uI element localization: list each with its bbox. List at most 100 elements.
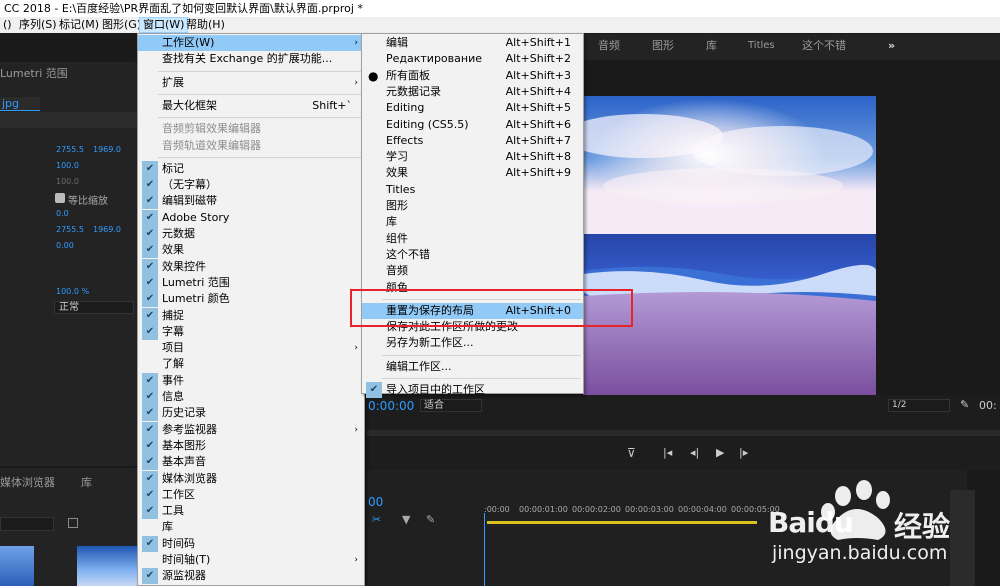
anchor-x-value[interactable]: 2755.5: [56, 225, 84, 234]
workspace_menu-item-11[interactable]: 库: [362, 214, 583, 230]
window_menu-item-29[interactable]: ✔ 媒体浏览器: [138, 470, 364, 487]
menu-item-shortcut: Alt+Shift+3: [505, 68, 571, 82]
window_menu-item-0[interactable]: 工作区(W) ›: [138, 35, 364, 51]
workspace_menu-item-5[interactable]: Editing (CS5.5) Alt+Shift+6: [362, 117, 583, 133]
ws-tab-titles[interactable]: Titles: [748, 34, 775, 58]
window_menu-item-21[interactable]: 项目 ›: [138, 340, 364, 356]
new-bin-icon[interactable]: [68, 518, 78, 528]
workspace_menu-item-0[interactable]: 编辑 Alt+Shift+1: [362, 35, 583, 51]
settings-icon[interactable]: ✎: [426, 513, 435, 526]
ws-tab-library[interactable]: 库: [706, 34, 717, 58]
snap-icon[interactable]: ✂: [372, 513, 381, 526]
workspace_menu-item-12[interactable]: 组件: [362, 231, 583, 247]
window_menu-item-28[interactable]: ✔ 基本声音: [138, 454, 364, 471]
window_menu-item-11[interactable]: ✔ （无字幕）: [138, 177, 364, 194]
workspace_menu-item-14[interactable]: 音频: [362, 263, 583, 279]
window_menu-item-14[interactable]: ✔ 元数据: [138, 226, 364, 242]
flicker-value[interactable]: 0.00: [56, 241, 74, 250]
clip-thumbnail-1[interactable]: [0, 546, 34, 586]
menu-item-label: Editing (CS5.5): [386, 117, 469, 131]
step-start-icon[interactable]: |◂: [663, 446, 672, 459]
clip-thumbnail-2[interactable]: [77, 546, 137, 586]
window_menu-item-16[interactable]: ✔ 效果控件: [138, 258, 364, 275]
pos-x-value[interactable]: 2755.5: [56, 145, 84, 154]
window_menu-item-33[interactable]: ✔ 时间码: [138, 535, 364, 552]
workspace_menu-item-19[interactable]: 另存为新工作区...: [362, 335, 583, 351]
menu-help[interactable]: 帮助(H): [183, 17, 228, 33]
workspace_menu-item-8[interactable]: 效果 Alt+Shift+9: [362, 165, 583, 181]
menu-graphics[interactable]: 图形(G): [99, 17, 144, 33]
pos-y-value[interactable]: 1969.0: [93, 145, 121, 154]
workspace_menu-item-21[interactable]: 编辑工作区...: [362, 359, 583, 375]
window_menu-item-26[interactable]: ✔ 参考监视器 ›: [138, 421, 364, 438]
workspace_menu-item-13[interactable]: 这个不错: [362, 247, 583, 263]
scale-width-value: 100.0: [56, 177, 79, 186]
workspace_menu-item-1[interactable]: Редактирование Alt+Shift+2: [362, 51, 583, 67]
wrench-icon[interactable]: ✎: [960, 398, 969, 411]
fit-select[interactable]: 适合: [420, 399, 482, 412]
window_menu-item-17[interactable]: ✔ Lumetri 范围: [138, 274, 364, 291]
menu-marker[interactable]: 标记(M): [56, 17, 102, 33]
work-area-bar[interactable]: [487, 521, 757, 524]
step-forward-icon[interactable]: |▸: [739, 446, 748, 459]
window_menu-item-5[interactable]: 最大化框架 Shift+`: [138, 98, 364, 114]
blend-mode-select[interactable]: 正常: [54, 301, 134, 314]
window_menu-item-27[interactable]: ✔ 基本图形: [138, 437, 364, 454]
window_menu-item-23[interactable]: ✔ 事件: [138, 372, 364, 389]
play-icon[interactable]: ▶: [716, 446, 724, 459]
step-back-icon[interactable]: ◂|: [690, 446, 699, 459]
anchor-y-value[interactable]: 1969.0: [93, 225, 121, 234]
workspace_menu-item-9[interactable]: Titles: [362, 182, 583, 198]
timeline-playhead[interactable]: [484, 513, 485, 586]
menu-sequence[interactable]: 序列(S): [16, 17, 60, 33]
window_menu-item-35[interactable]: ✔ 源监视器: [138, 568, 364, 585]
workspace_menu-item-6[interactable]: Effects Alt+Shift+7: [362, 133, 583, 149]
window_menu-item-24[interactable]: ✔ 信息: [138, 389, 364, 405]
ws-tab-custom[interactable]: 这个不错: [802, 34, 846, 58]
ws-tab-graphics[interactable]: 图形: [652, 34, 674, 58]
workspace_menu-item-23[interactable]: ✔ 导入项目中的工作区: [362, 382, 583, 398]
window_menu-item-13[interactable]: ✔ Adobe Story: [138, 209, 364, 226]
checkmark-icon: ✔: [142, 209, 158, 226]
window_menu-item-32[interactable]: 库: [138, 519, 364, 535]
window_menu-item-18[interactable]: ✔ Lumetri 颜色: [138, 291, 364, 308]
window_menu-item-1[interactable]: 查找有关 Exchange 的扩展功能...: [138, 51, 364, 67]
window_menu-item-15[interactable]: ✔ 效果: [138, 242, 364, 259]
window_menu-item-31[interactable]: ✔ 工具: [138, 503, 364, 520]
tab-library-bottom[interactable]: 库: [81, 474, 92, 490]
rotation-value[interactable]: 0.0: [56, 209, 69, 218]
window_menu-item-30[interactable]: ✔ 工作区: [138, 486, 364, 503]
uniform-scale-checkbox[interactable]: [55, 193, 65, 203]
window_menu-item-19[interactable]: ✔ 捕捉: [138, 307, 364, 324]
project-search-input[interactable]: [0, 517, 54, 531]
menu-unknown[interactable]: (): [0, 17, 15, 33]
playhead-timecode[interactable]: 0:00:00: [368, 399, 414, 413]
window_menu-item-10[interactable]: ✔ 标记: [138, 160, 364, 177]
monitor-scrubber[interactable]: [367, 430, 1000, 436]
checkmark-icon: ✔: [142, 454, 158, 471]
timeline-timecode[interactable]: 00: [368, 495, 383, 509]
ws-more-icon[interactable]: »: [888, 34, 895, 58]
window_menu-item-12[interactable]: ✔ 编辑到磁带: [138, 193, 364, 210]
tab-lumetri-scopes[interactable]: Lumetri 范围: [0, 62, 68, 86]
opacity-value[interactable]: 100.0 %: [56, 287, 89, 296]
marker-icon[interactable]: ▼: [402, 513, 410, 526]
insert-marker-icon[interactable]: ⊽: [627, 446, 636, 460]
scale-value[interactable]: 100.0: [56, 161, 79, 170]
workspace_menu-item-3[interactable]: 元数据记录 Alt+Shift+4: [362, 84, 583, 100]
ws-tab-audio[interactable]: 音频: [598, 34, 620, 58]
window_menu-item-20[interactable]: ✔ 字幕: [138, 323, 364, 340]
workspace_menu-item-2[interactable]: ● 所有面板 Alt+Shift+3: [362, 68, 583, 84]
window_menu-item-34[interactable]: 时间轴(T) ›: [138, 552, 364, 568]
window_menu-item-3[interactable]: 扩展 ›: [138, 75, 364, 91]
tab-media-browser[interactable]: 媒体浏览器: [0, 474, 55, 490]
window_menu-item-25[interactable]: ✔ 历史记录: [138, 405, 364, 422]
menu-window[interactable]: 窗口(W): [139, 17, 189, 33]
resolution-select[interactable]: 1/2: [888, 399, 950, 412]
workspace_menu-item-10[interactable]: 图形: [362, 198, 583, 214]
menu-item-label: 编辑工作区...: [386, 359, 452, 373]
workspace_menu-item-7[interactable]: 学习 Alt+Shift+8: [362, 149, 583, 165]
window_menu-item-22[interactable]: 了解: [138, 356, 364, 372]
clip-tab[interactable]: jpg: [0, 97, 40, 111]
workspace_menu-item-4[interactable]: Editing Alt+Shift+5: [362, 100, 583, 116]
